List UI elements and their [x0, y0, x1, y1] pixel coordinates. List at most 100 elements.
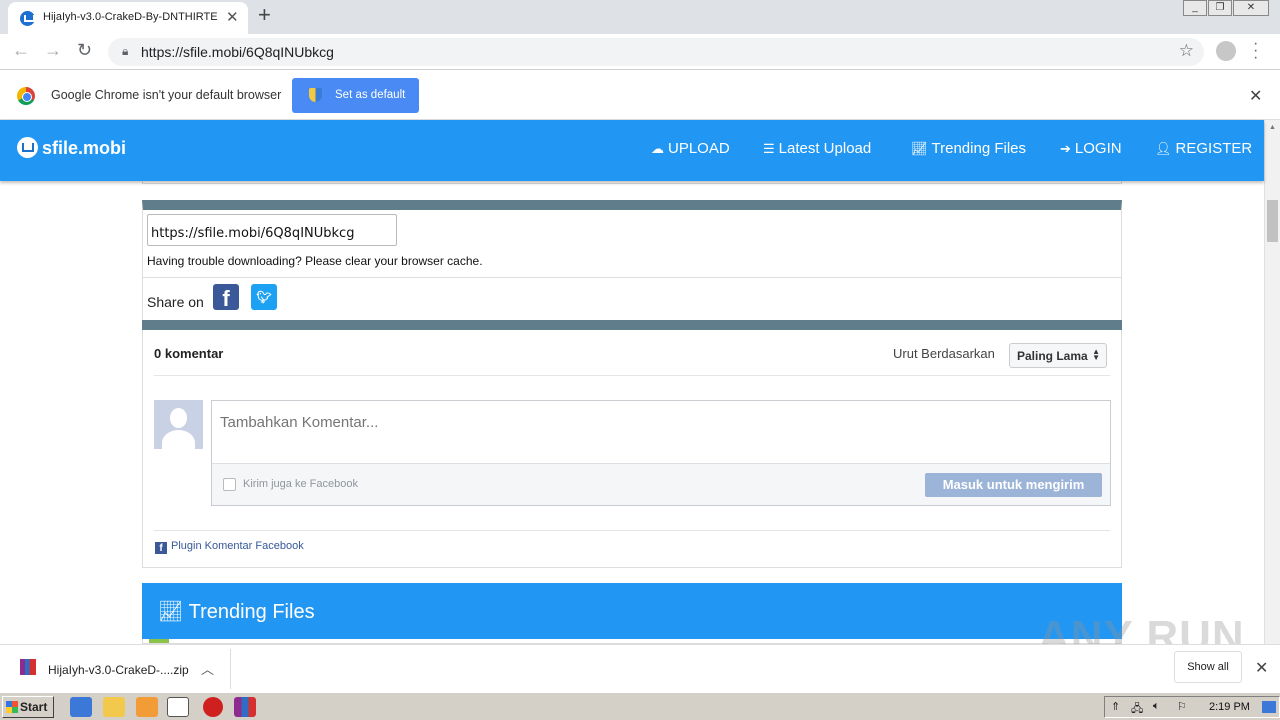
browser-toolbar: ← → ↻ 🔒︎ https://sfile.mobi/6Q8qINUbkcg … — [0, 34, 1280, 70]
download-shelf: HijaIyh-v3.0-CrakeD-....zip ︿ Show all ✕ — [0, 644, 1280, 692]
show-desktop-icon[interactable] — [1262, 701, 1276, 713]
brand-name: sfile.mobi — [42, 138, 127, 158]
composer-footer: Kirim juga ke Facebook Masuk untuk mengi… — [212, 464, 1110, 505]
windows-taskbar: Start ⇑ 🖧︎ 🔈︎ ⚐ 2:19 PM — [0, 692, 1280, 720]
chart-line-icon: 📈︎ — [911, 141, 928, 156]
downloaded-file-name[interactable]: HijaIyh-v3.0-CrakeD-....zip — [48, 663, 189, 677]
site-navbar: sfile.mobi ☁ UPLOAD ☰ Latest Upload 📈︎ Tren… — [0, 120, 1264, 181]
trending-title-text: Trending Files — [188, 601, 315, 623]
start-label: Start — [20, 700, 48, 714]
divider — [154, 530, 1110, 531]
facebook-icon: f — [155, 542, 167, 554]
chart-line-icon: 📈︎ — [158, 601, 189, 623]
profile-avatar-icon[interactable] — [1216, 41, 1236, 61]
site-favicon-icon — [20, 11, 35, 26]
address-bar[interactable]: 🔒︎ https://sfile.mobi/6Q8qINUbkcg ☆ — [108, 38, 1204, 66]
nav-trending-files-label: Trending Files — [931, 140, 1026, 157]
set-as-default-label: Set as default — [335, 89, 406, 101]
user-plus-icon: 👤︎ — [1155, 141, 1172, 156]
download-logo-icon — [17, 137, 38, 158]
nav-register-label: REGISTER — [1175, 140, 1253, 157]
show-all-downloads-button[interactable]: Show all — [1174, 651, 1242, 683]
post-to-facebook-checkbox[interactable] — [223, 478, 236, 491]
page-scrollbar[interactable]: ▲ — [1264, 120, 1280, 644]
avatar-head-shape — [170, 408, 187, 428]
back-arrow-icon[interactable]: ← — [12, 40, 30, 61]
fb-comments-plugin-link[interactable]: f Plugin Komentar Facebook — [155, 540, 304, 554]
trending-title: 📈︎ Trending Files — [158, 599, 315, 624]
twitter-share-icon[interactable]: 🐦︎ — [251, 284, 277, 310]
taskbar-clock[interactable]: 2:19 PM — [1209, 701, 1250, 713]
divider — [230, 649, 231, 689]
address-url[interactable]: https://sfile.mobi/6Q8qINUbkcg — [141, 44, 334, 60]
nav-login[interactable]: ➔ LOGIN — [1060, 140, 1122, 157]
system-tray: ⇑ 🖧︎ 🔈︎ ⚐ 2:19 PM — [1104, 696, 1280, 718]
chevron-up-icon[interactable]: ︿ — [201, 659, 214, 678]
comment-composer: Kirim juga ke Facebook Masuk untuk mengi… — [211, 400, 1111, 506]
nav-latest-upload[interactable]: ☰ Latest Upload — [763, 140, 871, 157]
share-row: Share on f 🐦︎ — [143, 277, 1121, 320]
browser-tab[interactable]: HijaIyh-v3.0-CrakeD-By-DNTHIRTEEN ✕ — [8, 2, 248, 34]
tab-strip: HijaIyh-v3.0-CrakeD-By-DNTHIRTEEN ✕ + _ … — [0, 0, 1280, 34]
trouble-note: Having trouble downloading? Please clear… — [147, 254, 483, 268]
default-browser-infobar: Google Chrome isn't your default browser… — [0, 71, 1280, 120]
forward-arrow-icon[interactable]: → — [44, 40, 62, 61]
file-link-field[interactable] — [147, 214, 397, 246]
infobar-close-icon[interactable]: ✕ — [1249, 86, 1262, 106]
brand-logo[interactable]: sfile.mobi — [17, 137, 126, 159]
close-window-icon[interactable]: ✕ — [1233, 0, 1269, 16]
scroll-up-arrow-icon[interactable]: ▲ — [1269, 124, 1276, 131]
cloud-upload-icon: ☁ — [651, 141, 664, 156]
set-as-default-button[interactable]: Set as default — [292, 78, 419, 113]
chrome-menu-icon[interactable]: · · · — [1253, 36, 1258, 66]
nav-register[interactable]: 👤︎ REGISTER — [1155, 140, 1252, 157]
nav-latest-upload-label: Latest Upload — [778, 140, 872, 157]
nav-upload[interactable]: ☁ UPLOAD — [651, 140, 730, 157]
post-to-facebook-label: Kirim juga ke Facebook — [243, 478, 358, 490]
tab-close-icon[interactable]: ✕ — [226, 8, 239, 26]
explorer-folder-icon[interactable] — [103, 697, 125, 717]
uac-shield-icon — [309, 88, 322, 102]
sign-in-icon: ➔ — [1060, 141, 1071, 156]
opera-icon[interactable] — [203, 697, 223, 717]
nav-upload-label: UPLOAD — [668, 140, 730, 157]
tray-expand-icon[interactable]: ⇑ — [1111, 700, 1120, 713]
login-to-post-button[interactable]: Masuk untuk mengirim — [925, 473, 1102, 497]
reload-icon[interactable]: ↻ — [77, 40, 92, 61]
plugin-label: Plugin Komentar Facebook — [171, 540, 304, 552]
facebook-share-icon[interactable]: f — [213, 284, 239, 311]
trending-files-header: 📈︎ Trending Files — [142, 583, 1122, 639]
avatar-body-shape — [162, 430, 195, 449]
nav-trending-files[interactable]: 📈︎ Trending Files — [911, 140, 1026, 157]
sort-select[interactable]: Paling Lama ▲ ▼ — [1009, 343, 1107, 368]
comment-input[interactable] — [212, 401, 1110, 464]
bookmark-star-icon[interactable]: ☆ — [1179, 41, 1194, 61]
infobar-message: Google Chrome isn't your default browser — [51, 88, 282, 102]
network-icon[interactable]: 🖧︎ — [1131, 700, 1143, 719]
list-icon: ☰ — [763, 141, 775, 156]
sort-label: Urut Berdasarkan — [893, 346, 995, 361]
comment-count: 0 komentar — [154, 346, 224, 361]
start-button[interactable]: Start — [2, 696, 54, 718]
close-shelf-icon[interactable]: ✕ — [1255, 658, 1268, 678]
sort-select-value: Paling Lama — [1017, 349, 1088, 363]
new-tab-button[interactable]: + — [258, 2, 271, 28]
select-caret-icon: ▲ ▼ — [1092, 347, 1100, 362]
media-player-icon[interactable] — [136, 697, 158, 717]
nav-login-label: LOGIN — [1074, 140, 1122, 157]
file-type-badge — [149, 639, 169, 643]
lock-icon: 🔒︎ — [122, 44, 129, 58]
facebook-comments-panel: 0 komentar Urut Berdasarkan Paling Lama … — [142, 330, 1122, 568]
volume-icon[interactable]: 🔈︎ — [1153, 700, 1160, 713]
winrar-taskbar-icon[interactable] — [234, 697, 256, 717]
action-center-flag-icon[interactable]: ⚐ — [1177, 700, 1187, 713]
tab-title: HijaIyh-v3.0-CrakeD-By-DNTHIRTEEN — [43, 11, 218, 23]
internet-explorer-icon[interactable] — [70, 697, 92, 717]
minimize-window-icon[interactable]: _ — [1183, 0, 1207, 16]
scrollbar-thumb[interactable] — [1267, 200, 1278, 242]
chrome-logo-icon — [17, 87, 35, 105]
restore-window-icon[interactable]: ❐ — [1208, 0, 1232, 16]
user-avatar — [154, 400, 203, 449]
chrome-taskbar-icon[interactable] — [167, 697, 189, 717]
windows-flag-icon — [6, 701, 18, 713]
